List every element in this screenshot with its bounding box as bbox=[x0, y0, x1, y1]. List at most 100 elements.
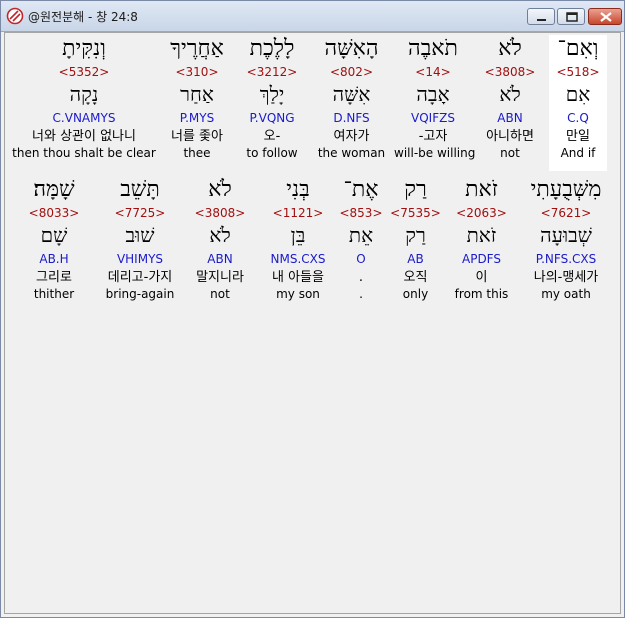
english-gloss: not bbox=[210, 287, 230, 301]
word-column[interactable]: תֹאבֶה <14> אָבָה VQIFZS -고자 will-be willing bbox=[394, 35, 476, 171]
morphology-code: APDFS bbox=[462, 252, 501, 266]
hebrew-word: זֹאת bbox=[465, 177, 498, 202]
word-column[interactable]: לֹא <3808> לֹא ABN 말지니라 not bbox=[181, 176, 259, 312]
strong-number: <7535> bbox=[390, 206, 441, 220]
strong-number: <2063> bbox=[456, 206, 507, 220]
korean-gloss: 아니하면 bbox=[486, 129, 534, 144]
window-title: @원전분해 - 창 24:8 bbox=[28, 10, 138, 24]
strong-number: <7621> bbox=[540, 206, 592, 220]
hebrew-word: וְאִם־ bbox=[557, 36, 599, 61]
lexical-form: לֹא bbox=[209, 223, 231, 247]
english-gloss: not bbox=[500, 146, 520, 160]
strong-number: <14> bbox=[415, 65, 451, 79]
close-icon bbox=[600, 12, 612, 22]
lexical-form: רַק bbox=[405, 223, 426, 247]
english-gloss: only bbox=[402, 287, 429, 301]
english-gloss: then thou shalt be clear bbox=[12, 146, 156, 160]
korean-gloss: . bbox=[358, 270, 364, 285]
strong-number: <853> bbox=[339, 206, 383, 220]
maximize-button[interactable] bbox=[557, 8, 585, 25]
word-column[interactable]: וְאִם־ <518> אִם C.Q 만일 And if bbox=[549, 35, 607, 171]
morphology-code: P.VQNG bbox=[249, 111, 295, 125]
lexical-form: נָקָה bbox=[69, 82, 99, 106]
korean-gloss: 너를 좇아 bbox=[171, 129, 223, 144]
korean-gloss: 이 bbox=[475, 270, 488, 285]
lexical-form: אֵת bbox=[348, 223, 374, 247]
korean-gloss: 만일 bbox=[566, 129, 590, 144]
minimize-button[interactable] bbox=[527, 8, 555, 25]
lexical-form: אַחַר bbox=[180, 82, 214, 106]
english-gloss: bring-again bbox=[105, 287, 175, 301]
english-gloss: . bbox=[359, 287, 363, 301]
word-column[interactable]: אֶת־ <853> אֵת O.. bbox=[337, 176, 385, 312]
title-bar[interactable]: @원전분해 - 창 24:8 bbox=[1, 1, 624, 32]
verse-analysis-panel: וְאִם־ <518> אִם C.Q 만일 And if לֹא <3808> לֹא ABN… bbox=[4, 32, 621, 614]
word-column[interactable]: מִשְּׁבֻעָתִי <7621> שְׁבוּעָה P.NFS.CXS 나의-… bbox=[517, 176, 615, 312]
strong-number: <8033> bbox=[28, 206, 80, 220]
strong-number: <518> bbox=[556, 65, 600, 79]
english-gloss: to follow bbox=[246, 146, 298, 160]
verse-row: מִשְּׁבֻעָתִי <7621> שְׁבוּעָה P.NFS.CXS 나의-… bbox=[9, 176, 615, 312]
lexical-form: לֹא bbox=[499, 82, 521, 106]
hebrew-word: תֹאבֶה bbox=[408, 36, 458, 61]
hebrew-word: אֶת־ bbox=[343, 177, 379, 202]
morphology-code: P.NFS.CXS bbox=[535, 252, 597, 266]
hebrew-word: מִשְּׁבֻעָתִי bbox=[530, 177, 602, 202]
word-column[interactable]: בְּנִי <1121> בֵּן NMS.CXS 내 아들을 my son bbox=[259, 176, 337, 312]
lexical-form: אִם bbox=[565, 82, 591, 106]
morphology-code: O bbox=[356, 252, 366, 266]
korean-gloss: -고자 bbox=[418, 129, 448, 144]
morphology-code: AB.H bbox=[39, 252, 69, 266]
lexical-form: אָבָה bbox=[416, 82, 450, 106]
app-logo-icon bbox=[6, 7, 24, 25]
lexical-form: שָׁם bbox=[40, 223, 68, 247]
english-gloss: thee bbox=[183, 146, 211, 160]
english-gloss: And if bbox=[560, 146, 596, 160]
english-gloss: from this bbox=[454, 287, 509, 301]
close-button[interactable] bbox=[588, 8, 622, 25]
strong-number: <3808> bbox=[484, 65, 536, 79]
morphology-code: ABN bbox=[497, 111, 523, 125]
word-column[interactable]: הָאִשָּׁה <802> אִשָּׁה D.NFS 여자가 the woman bbox=[309, 35, 394, 171]
korean-gloss: 너와 상관이 없나니 bbox=[32, 129, 136, 144]
word-column[interactable]: שָׁמָּה׃ <8033> שָׁם AB.H 그리로 thither bbox=[9, 176, 99, 312]
lexical-form: אִשָּׁה bbox=[332, 82, 371, 106]
english-gloss: my son bbox=[276, 287, 320, 301]
english-gloss: will-be willing bbox=[394, 146, 476, 160]
morphology-code: NMS.CXS bbox=[270, 252, 326, 266]
korean-gloss: 오직 bbox=[403, 270, 428, 285]
korean-gloss: 나의-맹세가 bbox=[533, 270, 599, 285]
english-gloss: my oath bbox=[541, 287, 591, 301]
korean-gloss: 그리로 bbox=[36, 270, 72, 285]
morphology-code: P.MYS bbox=[179, 111, 215, 125]
word-column[interactable]: רַק <7535> רַק AB 오직 only bbox=[385, 176, 446, 312]
word-column[interactable]: לָלֶכֶת <3212> יָלַךְ P.VQNG 오-to follow bbox=[235, 35, 309, 171]
english-gloss: thither bbox=[33, 287, 75, 301]
korean-gloss: 말지니라 bbox=[196, 270, 244, 285]
hebrew-word: תָּשֵׁב bbox=[120, 177, 160, 202]
word-column[interactable]: אַחֲרֶיךָ <310> אַחַר P.MYS 너를 좇아 thee bbox=[159, 35, 235, 171]
word-column[interactable]: זֹאת <2063> זֹאת APDFS 이 from this bbox=[446, 176, 517, 312]
word-column[interactable]: וְנִקִּיתָ <5352> נָקָה C.VNAMYS 너와 상관이 없나니 t… bbox=[9, 35, 159, 171]
strong-number: <5352> bbox=[58, 65, 110, 79]
word-column[interactable]: תָּשֵׁב <7725> שׁוּב VHIMYS 데리고-가지 bring-agai… bbox=[99, 176, 181, 312]
hebrew-word: וְנִקִּיתָ bbox=[62, 36, 106, 61]
strong-number: <3212> bbox=[246, 65, 298, 79]
verse-row: וְאִם־ <518> אִם C.Q 만일 And if לֹא <3808> לֹא ABN… bbox=[9, 35, 615, 171]
hebrew-word: בְּנִי bbox=[286, 177, 310, 202]
strong-number: <802> bbox=[329, 65, 373, 79]
strong-number: <3808> bbox=[194, 206, 246, 220]
strong-number: <310> bbox=[175, 65, 219, 79]
english-gloss: the woman bbox=[317, 146, 386, 160]
app-window: @원전분해 - 창 24:8 וְאִם־ <518> אִם C.Q 만일 And if… bbox=[0, 0, 625, 618]
hebrew-word: רַק bbox=[404, 177, 427, 202]
word-column[interactable]: לֹא <3808> לֹא ABN 아니하면 not bbox=[471, 35, 549, 171]
korean-gloss: 오- bbox=[263, 129, 281, 144]
hebrew-word: לֹא bbox=[498, 36, 522, 61]
strong-number: <1121> bbox=[272, 206, 324, 220]
morphology-code: D.NFS bbox=[333, 111, 370, 125]
lexical-form: שְׁבוּעָה bbox=[540, 223, 592, 247]
minimize-icon bbox=[537, 19, 546, 21]
morphology-code: C.VNAMYS bbox=[52, 111, 116, 125]
hebrew-word: אַחֲרֶיךָ bbox=[170, 36, 224, 61]
